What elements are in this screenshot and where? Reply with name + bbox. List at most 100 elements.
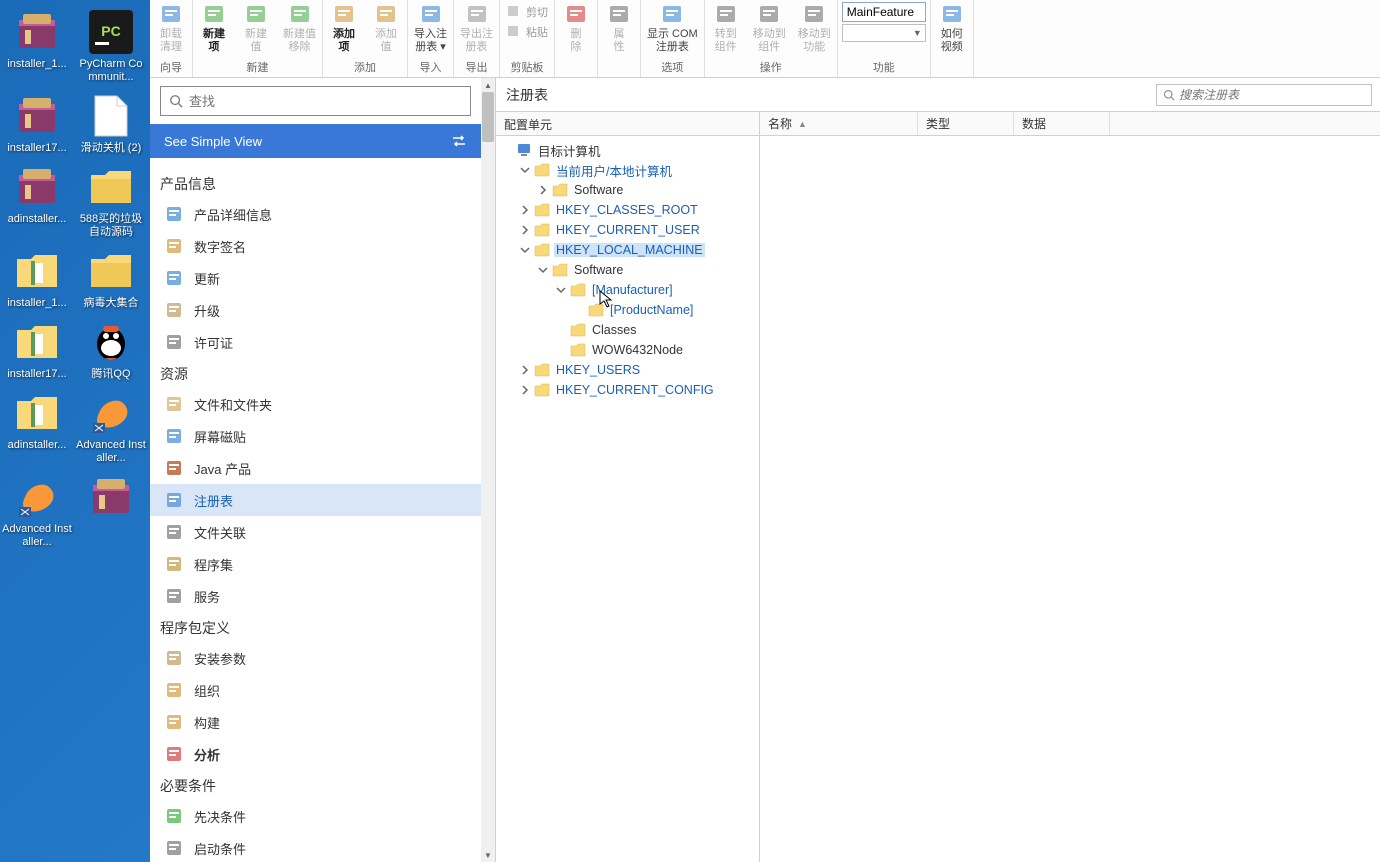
desktop-icon[interactable]: 滑动关机 (2) — [74, 92, 148, 155]
desktop-icon[interactable]: installer17... — [0, 318, 74, 381]
ribbon-button[interactable]: 删除 — [555, 0, 597, 74]
tree-node[interactable]: [ProductName] — [498, 300, 757, 320]
tree-node[interactable]: [Manufacturer] — [498, 280, 757, 300]
ribbon-group-label: 添加 — [323, 58, 407, 77]
feature-dropdown[interactable]: ▼ — [842, 24, 926, 42]
tree-twisty-icon[interactable] — [520, 245, 534, 255]
ribbon-group: 添加项添加值添加 — [323, 0, 408, 77]
tree-node-label: HKEY_CURRENT_USER — [554, 223, 702, 237]
nav-item-tiles[interactable]: 屏幕磁贴 — [150, 420, 481, 452]
ribbon-button[interactable]: 导出注册表 — [454, 0, 499, 58]
registry-search-input[interactable] — [1179, 88, 1365, 102]
ribbon-button[interactable]: 添加值 — [365, 0, 407, 58]
desktop-icon[interactable]: 腾讯QQ — [74, 318, 148, 381]
tree-twisty-icon[interactable] — [538, 265, 552, 275]
update-icon — [164, 268, 184, 288]
ribbon-button[interactable]: 新建项 — [193, 0, 235, 58]
sidebar-search-input[interactable] — [189, 94, 462, 109]
nav-item-license[interactable]: 许可证 — [150, 326, 481, 358]
ribbon-icon — [802, 2, 826, 26]
tree-node[interactable]: Software — [498, 180, 757, 200]
tree-twisty-icon[interactable] — [520, 205, 534, 215]
simple-view-button[interactable]: See Simple View — [150, 124, 481, 158]
tree-node[interactable]: HKEY_CLASSES_ROOT — [498, 200, 757, 220]
nav-item-sign[interactable]: 数字签名 — [150, 230, 481, 262]
desktop-icon[interactable]: Advanced Installer... — [74, 389, 148, 465]
desktop-icon[interactable]: adinstaller... — [0, 389, 74, 452]
ribbon-button[interactable]: 导入注册表 ▾ — [408, 0, 453, 58]
ribbon-button[interactable]: 新建值 — [235, 0, 277, 58]
section-header: 必要条件 — [150, 770, 481, 800]
desktop-icon[interactable]: 病毒大集合 — [74, 247, 148, 310]
folder-icon — [534, 203, 550, 217]
nav-item-upgrade[interactable]: 升级 — [150, 294, 481, 326]
ribbon-small-button[interactable]: 粘贴 — [506, 22, 548, 42]
desktop-icon[interactable]: 588买的垃圾自动源码 — [74, 163, 148, 239]
nav-item-info[interactable]: 产品详细信息 — [150, 198, 481, 230]
nav-item-files[interactable]: 文件和文件夹 — [150, 388, 481, 420]
desktop-icon[interactable]: Advanced Installer... — [0, 473, 74, 549]
scroll-down-icon[interactable]: ▼ — [481, 848, 495, 862]
nav-item-build[interactable]: 构建 — [150, 706, 481, 738]
nav-item-update[interactable]: 更新 — [150, 262, 481, 294]
nav-item-prereq[interactable]: 先决条件 — [150, 800, 481, 832]
tree-twisty-icon[interactable] — [520, 165, 534, 175]
nav-item-assoc[interactable]: 文件关联 — [150, 516, 481, 548]
scrollbar-thumb[interactable] — [482, 92, 494, 142]
ribbon-button[interactable]: 移动到功能 — [792, 0, 837, 58]
nav-item-label: 组织 — [194, 681, 220, 700]
desktop-icon-label: installer_1... — [0, 297, 74, 310]
col-data[interactable]: 数据 — [1014, 112, 1110, 135]
ribbon-group-label — [931, 74, 973, 77]
desktop-icon[interactable]: PCPyCharm Communit... — [74, 8, 148, 84]
ribbon-small-button[interactable]: 剪切 — [506, 2, 548, 22]
col-type[interactable]: 类型 — [918, 112, 1014, 135]
nav-item-params[interactable]: 安装参数 — [150, 642, 481, 674]
tree-node-label: Software — [572, 263, 625, 277]
tree-node[interactable]: HKEY_CURRENT_CONFIG — [498, 380, 757, 400]
ribbon-button[interactable]: 属性 — [598, 0, 640, 74]
list-header: 名称 ▲ 类型 数据 — [760, 112, 1380, 136]
section-header: 资源 — [150, 358, 481, 388]
tree-node[interactable]: 当前用户/本地计算机 — [498, 160, 757, 180]
scroll-up-icon[interactable]: ▲ — [481, 78, 495, 92]
nav-item-launch[interactable]: 启动条件 — [150, 832, 481, 862]
desktop-icon[interactable]: installer17... — [0, 92, 74, 155]
nav-item-analyze[interactable]: 分析 — [150, 738, 481, 770]
tree-node[interactable]: WOW6432Node — [498, 340, 757, 360]
nav-item-java[interactable]: Java 产品 — [150, 452, 481, 484]
nav-item-assembly[interactable]: 程序集 — [150, 548, 481, 580]
content-pane: 注册表 配置单元 目标计算机当前用户/本地计算机SoftwareHKEY_CLA… — [496, 78, 1380, 862]
nav-item-registry[interactable]: 注册表 — [150, 484, 481, 516]
tree-twisty-icon[interactable] — [520, 385, 534, 395]
ribbon-button[interactable]: 添加项 — [323, 0, 365, 58]
ribbon-button[interactable]: 如何视频 — [931, 0, 973, 74]
tree-node[interactable]: HKEY_USERS — [498, 360, 757, 380]
sidebar-scrollbar[interactable]: ▲ ▼ — [481, 78, 495, 862]
tree-node[interactable]: HKEY_LOCAL_MACHINE — [498, 240, 757, 260]
ribbon-button[interactable]: 转到组件 — [705, 0, 747, 58]
feature-selector[interactable]: MainFeature — [842, 2, 926, 22]
desktop-icon[interactable]: installer_1... — [0, 8, 74, 71]
registry-search[interactable] — [1156, 84, 1372, 106]
tree-node[interactable]: Software — [498, 260, 757, 280]
ribbon-button[interactable]: 新建值移除 — [277, 0, 322, 58]
desktop-icon[interactable] — [74, 473, 148, 523]
registry-tree[interactable]: 目标计算机当前用户/本地计算机SoftwareHKEY_CLASSES_ROOT… — [496, 136, 759, 404]
tree-twisty-icon[interactable] — [520, 225, 534, 235]
tree-twisty-icon[interactable] — [556, 285, 570, 295]
sidebar-search[interactable] — [160, 86, 471, 116]
nav-item-org[interactable]: 组织 — [150, 674, 481, 706]
desktop-icon[interactable]: installer_1... — [0, 247, 74, 310]
col-name[interactable]: 名称 ▲ — [760, 112, 918, 135]
ribbon-button[interactable]: 显示 COM注册表 — [641, 0, 704, 58]
ribbon-button[interactable]: 移动到组件 — [747, 0, 792, 58]
desktop-icon[interactable]: adinstaller... — [0, 163, 74, 226]
tree-twisty-icon[interactable] — [538, 185, 552, 195]
nav-item-services[interactable]: 服务 — [150, 580, 481, 612]
tree-node[interactable]: HKEY_CURRENT_USER — [498, 220, 757, 240]
ribbon-button[interactable]: 卸载清理 — [150, 0, 192, 58]
tree-node[interactable]: Classes — [498, 320, 757, 340]
tree-twisty-icon[interactable] — [520, 365, 534, 375]
tree-node[interactable]: 目标计算机 — [498, 140, 757, 160]
